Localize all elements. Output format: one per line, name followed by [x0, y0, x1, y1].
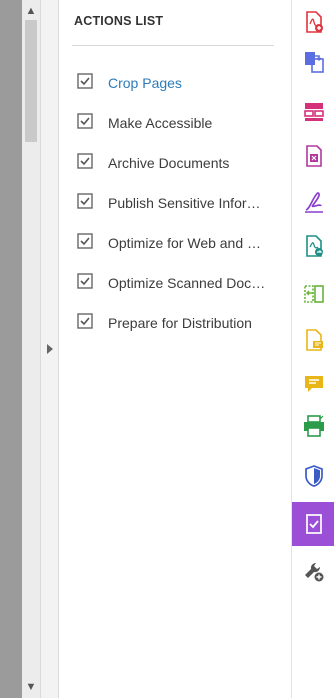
export-pdf-icon	[304, 52, 324, 73]
protect-icon	[304, 465, 323, 487]
action-label: Archive Documents	[108, 155, 230, 171]
action-label: Prepare for Distribution	[108, 315, 252, 331]
comment-pdf-icon	[305, 329, 323, 351]
compress-pdf-icon	[305, 145, 322, 167]
checklist-icon	[77, 73, 93, 89]
checklist-icon	[77, 193, 93, 209]
tool-comment-pdf[interactable]	[292, 318, 334, 362]
tool-print-production[interactable]	[292, 404, 334, 448]
tool-send-for-review[interactable]	[292, 224, 334, 268]
more-tools-icon	[304, 562, 323, 582]
panel-title: ACTIONS LIST	[74, 14, 164, 28]
fill-sign-icon	[304, 192, 323, 213]
tool-export-pdf[interactable]	[292, 40, 334, 84]
organize-pages-icon	[303, 103, 324, 121]
checklist-icon	[77, 313, 93, 329]
tool-organize-pages[interactable]	[292, 90, 334, 134]
comment-icon	[304, 376, 323, 392]
action-publish-sensitive-information[interactable]: Publish Sensitive Inform...	[59, 183, 291, 223]
panel-collapse-strip[interactable]	[41, 0, 59, 698]
tool-compare-files[interactable]	[292, 272, 334, 316]
compare-files-icon	[303, 285, 324, 303]
print-production-icon	[303, 415, 324, 437]
create-pdf-icon	[305, 11, 323, 33]
left-gutter	[0, 0, 22, 698]
send-for-review-icon	[305, 235, 323, 257]
scroll-down-arrow-icon[interactable]: ▼	[22, 678, 40, 696]
scroll-up-arrow-icon[interactable]: ▲	[22, 2, 40, 20]
vertical-scrollbar[interactable]: ▲ ▼	[22, 0, 41, 698]
action-crop-pages[interactable]: Crop Pages	[59, 63, 291, 103]
action-label: Optimize Scanned Docu...	[108, 275, 268, 291]
actions-list-panel: ACTIONS LIST Crop Pages Make Accessible …	[59, 0, 291, 698]
action-label: Make Accessible	[108, 115, 213, 131]
tool-fill-sign[interactable]	[292, 180, 334, 224]
tool-compress-pdf[interactable]	[292, 134, 334, 178]
tool-comment[interactable]	[292, 362, 334, 406]
action-optimize-scanned-documents[interactable]: Optimize Scanned Docu...	[59, 263, 291, 303]
actions-list: Crop Pages Make Accessible Archive Docum…	[59, 63, 291, 343]
action-label: Publish Sensitive Inform...	[108, 195, 268, 211]
scroll-thumb[interactable]	[25, 20, 37, 142]
action-archive-documents[interactable]: Archive Documents	[59, 143, 291, 183]
action-label: Crop Pages	[108, 75, 182, 91]
tool-protect[interactable]	[292, 454, 334, 498]
action-label: Optimize for Web and M...	[108, 235, 268, 251]
tool-more-tools[interactable]	[292, 550, 334, 594]
panel-divider	[72, 45, 274, 46]
checklist-icon	[77, 233, 93, 249]
action-make-accessible[interactable]: Make Accessible	[59, 103, 291, 143]
tools-rail	[291, 0, 334, 698]
tool-create-pdf[interactable]	[292, 0, 334, 44]
checklist-icon	[77, 153, 93, 169]
action-optimize-web-mobile[interactable]: Optimize for Web and M...	[59, 223, 291, 263]
expand-arrow-icon[interactable]	[45, 342, 55, 356]
checklist-icon	[77, 273, 93, 289]
checklist-icon	[77, 113, 93, 129]
tool-action-wizard[interactable]	[292, 502, 334, 546]
action-wizard-icon	[305, 514, 322, 534]
action-prepare-for-distribution[interactable]: Prepare for Distribution	[59, 303, 291, 343]
